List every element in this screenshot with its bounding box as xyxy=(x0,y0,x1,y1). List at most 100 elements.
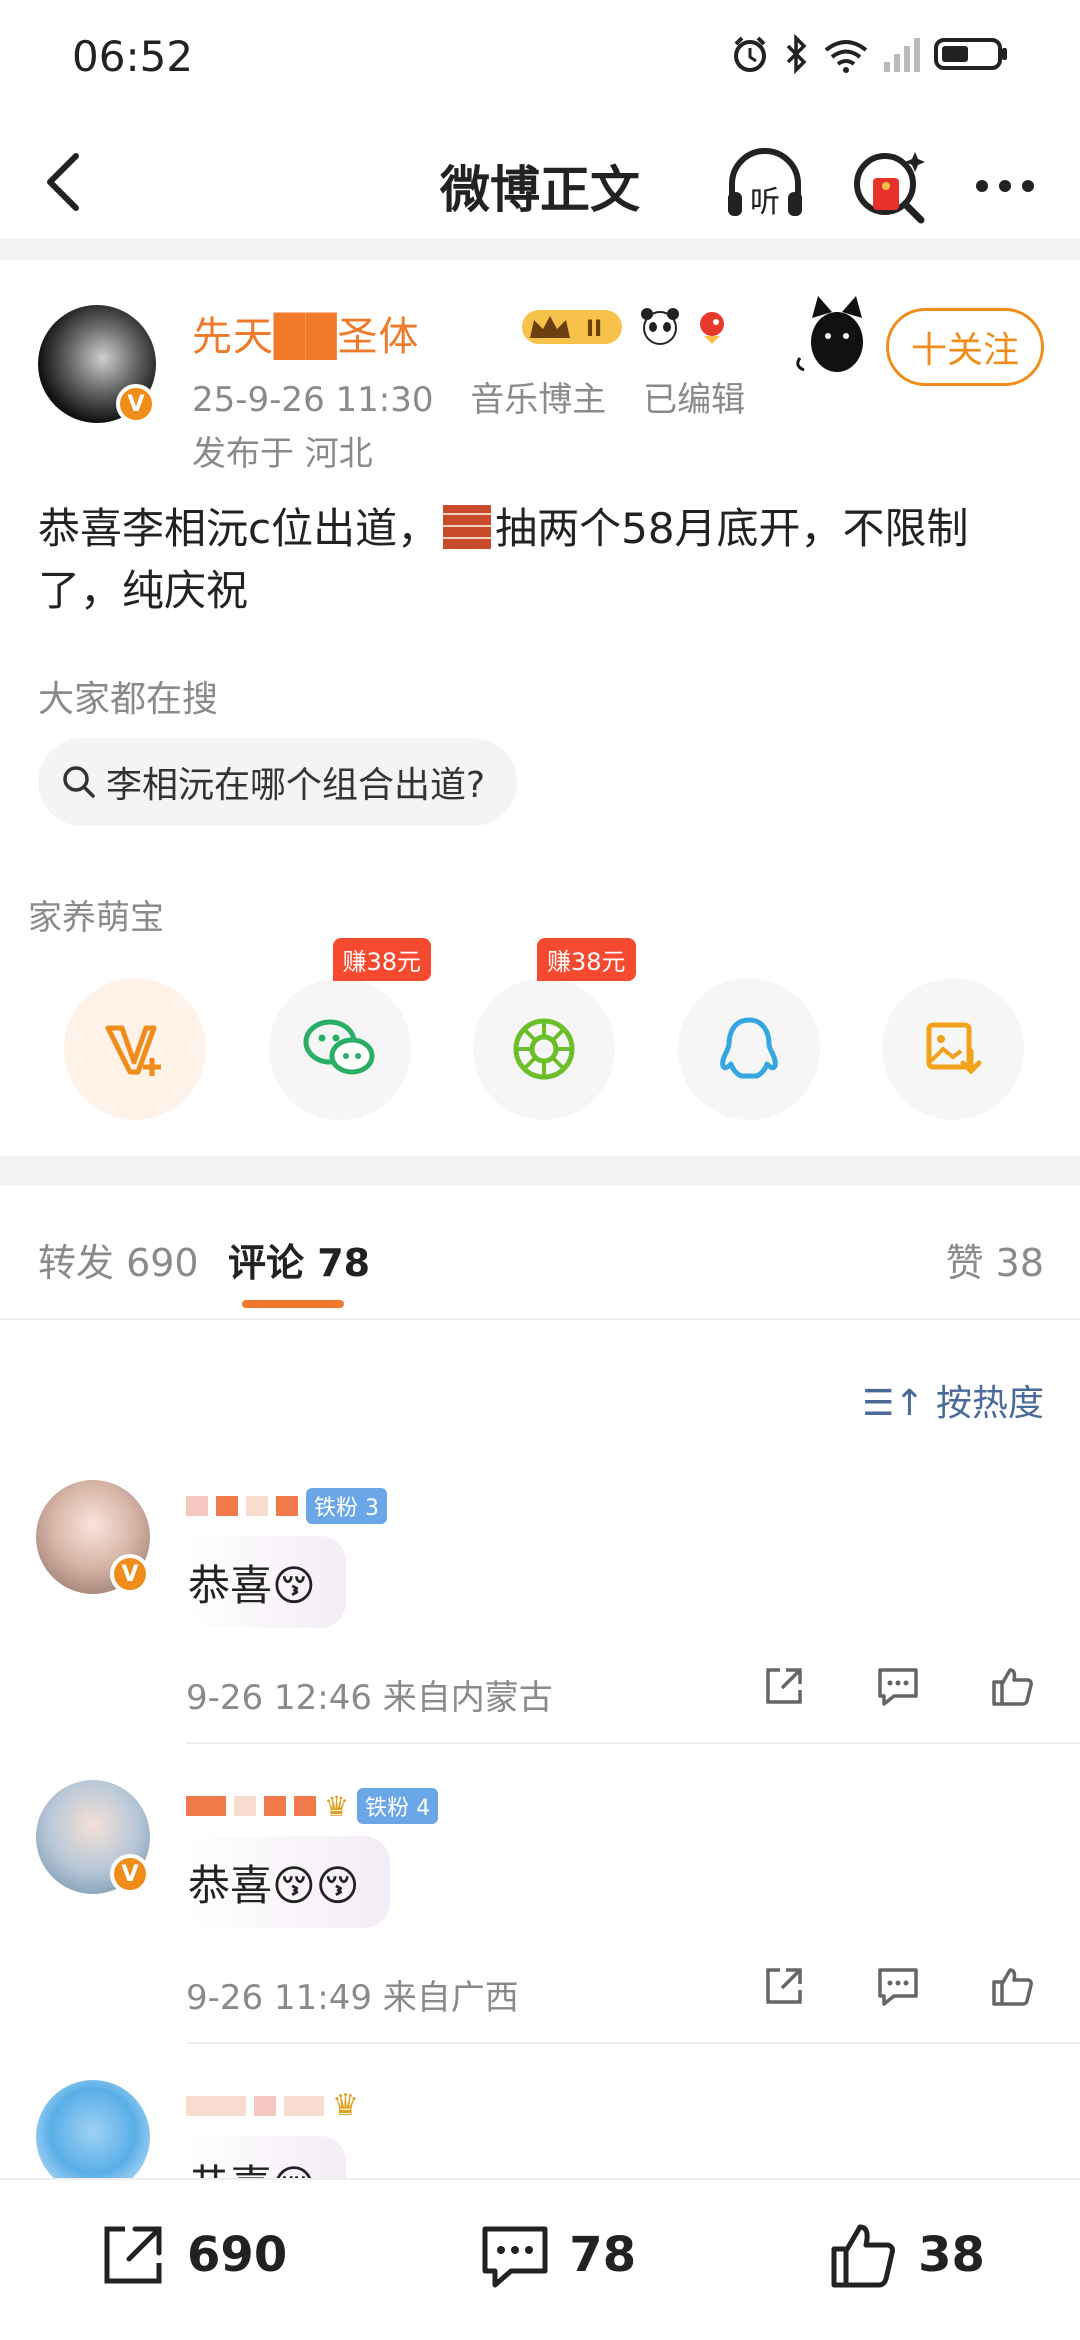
edited-label: 已编辑 xyxy=(643,380,746,420)
like-button[interactable]: 38 xyxy=(826,2217,985,2293)
share-moments-button[interactable]: 赚38元 xyxy=(473,938,636,1120)
save-image-icon xyxy=(926,1022,982,1075)
name-blur xyxy=(264,1796,286,1816)
status-icons xyxy=(730,34,1010,74)
earn-badge: 赚38元 xyxy=(537,938,636,981)
status-time: 06:52 xyxy=(72,32,194,81)
status-bar: 06:52 xyxy=(0,0,1080,120)
alarm-icon xyxy=(734,36,766,72)
crown-icon: ♛ xyxy=(332,2088,359,2123)
comment-time: 9-26 12:46 xyxy=(186,1678,372,1718)
comment-location: 来自广西 xyxy=(382,1978,519,2018)
name-blur xyxy=(234,1796,256,1816)
wechat-icon xyxy=(303,1019,374,1075)
top-bar: 微博正文 听 xyxy=(0,120,1080,240)
follow-button[interactable]: 十关注 xyxy=(886,308,1044,386)
author-badges: II xyxy=(520,304,734,348)
red-packet-search-icon xyxy=(854,152,925,224)
interaction-tabs: 转发 690 评论 78 赞 38 xyxy=(0,1186,1080,1320)
save-image-button[interactable] xyxy=(882,978,1024,1120)
verified-badge: V xyxy=(116,384,156,424)
active-tab-indicator xyxy=(242,1300,344,1308)
verified-badge: V xyxy=(110,1554,150,1594)
tab-reposts[interactable]: 转发 690 xyxy=(38,1232,199,1287)
name-blur xyxy=(284,2095,324,2116)
like-icon[interactable] xyxy=(988,1662,1036,1710)
name-blur xyxy=(186,2095,246,2116)
comment-text: 恭喜😚 xyxy=(188,1560,316,1610)
share-row: 赚38元 赚38元 xyxy=(64,938,1024,1120)
panda-icon xyxy=(641,308,679,345)
name-blur xyxy=(246,1496,268,1516)
repost-icon xyxy=(104,2226,162,2284)
like-count: 38 xyxy=(918,2227,985,2283)
search-suggestion-text: 李相沅在哪个组合出道? xyxy=(106,765,486,806)
vplus-icon xyxy=(105,1025,161,1076)
comment-meta: 9-26 11:49 来自广西 xyxy=(186,1970,519,2019)
like-icon[interactable] xyxy=(988,1962,1036,2010)
listen-button[interactable]: 听 xyxy=(720,140,810,230)
repost-button[interactable]: 690 xyxy=(95,2217,287,2293)
comment-text: 恭喜😚😚 xyxy=(188,1860,360,1910)
name-blur xyxy=(254,2095,276,2116)
search-section-label: 大家都在搜 xyxy=(38,679,219,720)
name-blur xyxy=(276,1496,298,1516)
bluetooth-icon xyxy=(786,34,807,74)
commenter-name[interactable]: ♛ xyxy=(186,2088,359,2123)
moments-icon xyxy=(513,1018,575,1080)
share-vplus-button[interactable] xyxy=(64,978,206,1120)
more-button[interactable] xyxy=(960,140,1050,230)
share-wechat-button[interactable]: 赚38元 xyxy=(268,938,432,1120)
search-suggestion-pill[interactable]: 李相沅在哪个组合出道? xyxy=(38,738,518,826)
commenter-avatar[interactable] xyxy=(36,2080,150,2194)
name-blur xyxy=(186,1496,208,1516)
share-qq-button[interactable] xyxy=(677,978,820,1120)
fan-badge: 铁粉 4 xyxy=(357,1788,439,1824)
comment-location: 来自内蒙古 xyxy=(382,1678,553,1718)
divider xyxy=(0,238,1080,260)
repost-count: 690 xyxy=(187,2227,288,2283)
svg-text:听: 听 xyxy=(750,185,780,220)
post-content: 恭喜李相沅c位出道， 抽两个58月底开，不限制了，纯庆祝 xyxy=(38,498,1048,622)
post-meta: 25-9-26 11:30 音乐博主 已编辑 xyxy=(192,372,771,421)
search-icon xyxy=(63,766,95,798)
fan-badge: 铁粉 3 xyxy=(306,1488,387,1524)
bottom-action-bar: 690 78 38 xyxy=(0,2178,1080,2340)
sort-button[interactable]: ☰↑ 按热度 xyxy=(862,1374,1044,1426)
post-location: 发布于 河北 xyxy=(192,434,373,474)
commenter-name[interactable]: ♛ 铁粉 4 xyxy=(186,1788,439,1824)
comment-button[interactable]: 78 xyxy=(477,2217,636,2293)
cat-sticker-icon xyxy=(796,296,863,372)
level-text: II xyxy=(586,317,602,342)
comment-time: 9-26 11:49 xyxy=(186,1978,372,2018)
comment-count: 78 xyxy=(569,2227,637,2283)
share-icon[interactable] xyxy=(760,1662,808,1710)
author-name[interactable]: 先天██圣体 xyxy=(192,304,420,362)
home-label: 家养萌宝 xyxy=(28,898,164,938)
headphones-icon: 听 xyxy=(728,148,802,220)
signal-icon xyxy=(884,38,920,72)
reply-icon[interactable] xyxy=(874,1662,922,1710)
comment-meta: 9-26 12:46 来自内蒙古 xyxy=(186,1670,553,1719)
red-packet-search-button[interactable] xyxy=(845,140,935,230)
comment-actions xyxy=(760,1962,1036,2010)
name-blur xyxy=(186,1796,226,1816)
comment-actions xyxy=(760,1662,1036,1710)
crown-level-icon: II xyxy=(522,310,622,344)
comment-bubble: 恭喜😚 xyxy=(186,1536,346,1628)
comment-divider xyxy=(186,1742,1080,1744)
share-icon[interactable] xyxy=(760,1962,808,2010)
qq-icon xyxy=(719,1017,778,1079)
tab-comments[interactable]: 评论 78 xyxy=(228,1232,370,1287)
like-icon xyxy=(831,2224,896,2288)
commenter-name[interactable]: 铁粉 3 xyxy=(186,1488,387,1524)
post-text-part1: 恭喜李相沅c位出道， xyxy=(38,504,440,553)
tab-likes[interactable]: 赞 38 xyxy=(946,1232,1044,1287)
name-blur xyxy=(294,1796,316,1816)
sort-icon: ☰↑ xyxy=(862,1383,925,1424)
reply-icon[interactable] xyxy=(874,1962,922,2010)
earn-badge: 赚38元 xyxy=(332,938,432,981)
bird-icon xyxy=(700,312,724,344)
comment-bubble: 恭喜😚😚 xyxy=(186,1836,390,1928)
comment-icon xyxy=(482,2226,548,2288)
